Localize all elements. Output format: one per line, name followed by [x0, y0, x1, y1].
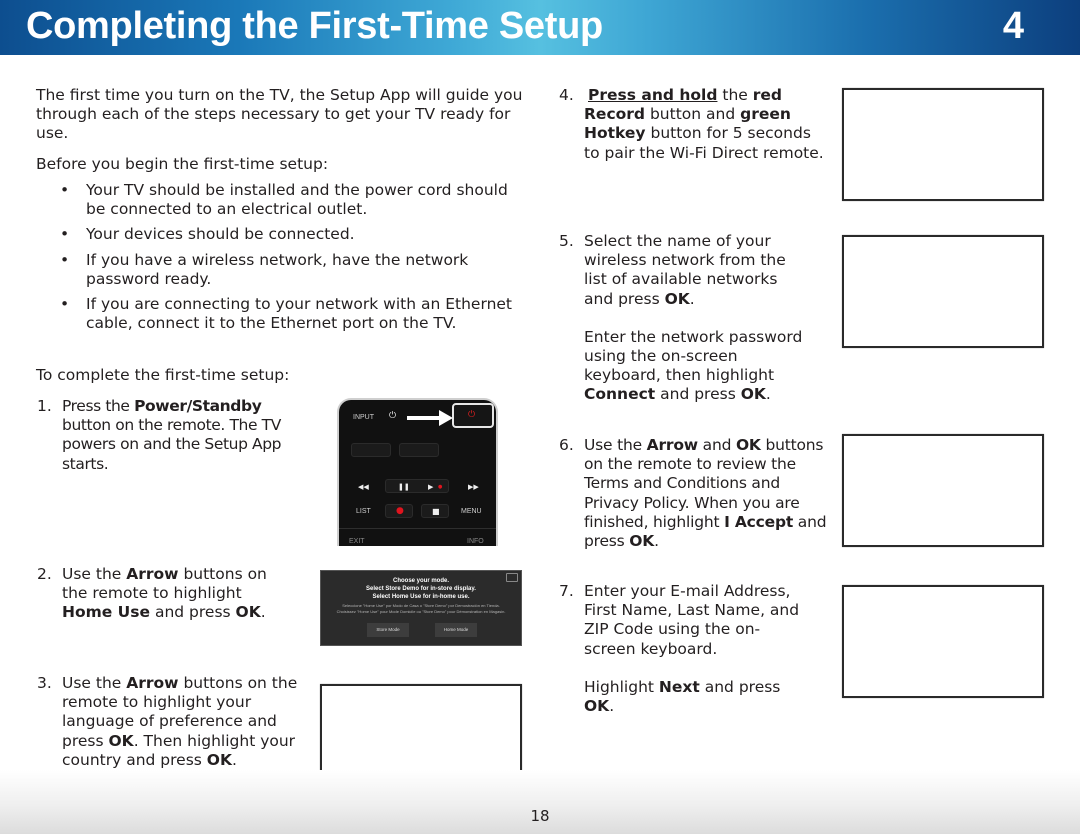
list-item: • Your devices should be connected. — [60, 225, 355, 244]
remote-control-image: INPUT ⏻ ⏻ ◀◀ ❚❚ ▶ ● ▶▶ LIST ● ■ MENU EXI… — [337, 398, 498, 546]
step-6: 6. Use the Arrow and OK buttons on the r… — [559, 436, 827, 551]
step-5: 5. Select the name of your wireless netw… — [559, 232, 803, 404]
page-title: Completing the First-Time Setup — [26, 5, 603, 47]
list-item: • If you have a wireless network, have th… — [60, 250, 469, 288]
power-button-highlight: ⏻ — [452, 403, 494, 428]
list-item: • Your TV should be installed and the pow… — [60, 181, 508, 219]
chapter-header: Completing the First-Time Setup 4 — [0, 0, 1080, 55]
power-icon: ⏻ — [468, 410, 476, 420]
terms-screen-placeholder — [842, 434, 1044, 547]
step-2: 2. Use the Arrow buttons on the remote t… — [37, 565, 267, 622]
registration-screen-placeholder — [842, 585, 1044, 698]
page-number: 18 — [530, 807, 550, 825]
dot-icon: ● — [438, 484, 443, 490]
prerequisite-list: • Your TV should be installed and the pow… — [60, 181, 520, 339]
step-3: 3. Use the Arrow buttons on the remote t… — [37, 674, 298, 769]
step-1: 1. Press the Power/Standby button on the… — [37, 397, 282, 473]
power-small-icon: ⏻ — [389, 411, 397, 421]
list-item: • If you are connecting to your network w… — [60, 295, 513, 333]
before-heading: Before you begin the first-time setup: — [36, 155, 329, 173]
home-mode-button: Home Mode — [435, 623, 477, 637]
rewind-icon: ◀◀ — [358, 483, 369, 491]
step-4: 4. Press and hold the red Record button … — [559, 86, 824, 162]
bullet-icon: • — [60, 295, 70, 314]
complete-heading: To complete the first-time setup: — [36, 366, 290, 384]
chapter-number: 4 — [1002, 5, 1024, 47]
pairing-screen-placeholder — [842, 88, 1044, 201]
fast-forward-icon: ▶▶ — [468, 483, 479, 491]
record-icon: ● — [396, 506, 404, 516]
network-screen-placeholder — [842, 235, 1044, 348]
store-mode-button: Store Mode — [367, 623, 409, 637]
mode-selection-screen-image: Choose your mode. Select Store Demo for … — [320, 570, 522, 646]
stop-icon: ■ — [432, 507, 440, 516]
bullet-icon: • — [60, 181, 70, 199]
bullet-icon: • — [60, 225, 70, 244]
arrow-icon — [407, 416, 443, 420]
play-icon: ▶ — [428, 483, 434, 491]
pause-icon: ❚❚ — [398, 483, 410, 491]
step-7: 7. Enter your E-mail Address, First Name… — [559, 582, 800, 716]
intro-paragraph: The first time you turn on the TV, the S… — [36, 86, 523, 143]
bullet-icon: • — [60, 250, 70, 269]
